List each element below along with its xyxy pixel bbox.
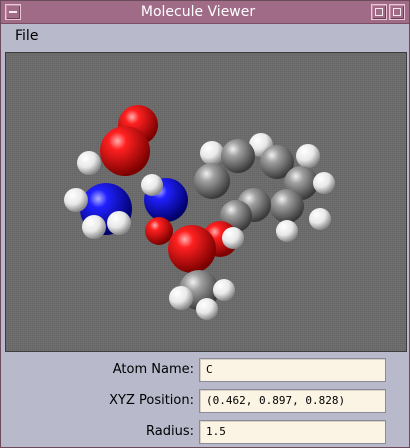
hydrogen-atom[interactable] <box>296 144 320 168</box>
hydrogen-atom[interactable] <box>107 211 131 235</box>
atom-name-row: Atom Name: C <box>1 357 409 383</box>
menu-bar: File <box>1 24 409 50</box>
hydrogen-atom[interactable] <box>196 298 218 320</box>
hydrogen-atom[interactable] <box>313 172 335 194</box>
hydrogen-atom[interactable] <box>141 174 163 196</box>
atom-name-field[interactable]: C <box>199 358 386 382</box>
carbon-atom[interactable] <box>194 163 230 199</box>
close-icon[interactable] <box>389 4 405 20</box>
oxygen-atom[interactable] <box>100 126 150 176</box>
title-bar[interactable]: Molecule Viewer <box>1 1 409 24</box>
xyz-position-label: XYZ Position: <box>109 393 194 408</box>
hydrogen-atom[interactable] <box>200 141 224 165</box>
atom-info-panel: Atom Name: C XYZ Position: (0.462, 0.897… <box>1 353 409 447</box>
radius-row: Radius: 1.5 <box>1 419 409 445</box>
radius-field[interactable]: 1.5 <box>199 420 386 444</box>
hydrogen-atom[interactable] <box>309 208 331 230</box>
hydrogen-atom[interactable] <box>64 188 88 212</box>
xyz-position-row: XYZ Position: (0.462, 0.897, 0.828) <box>1 388 409 414</box>
oxygen-atom[interactable] <box>145 217 173 245</box>
hydrogen-atom[interactable] <box>276 220 298 242</box>
maximize-icon[interactable] <box>371 4 387 20</box>
atom-name-label: Atom Name: <box>112 362 194 377</box>
window-menu-icon[interactable] <box>5 4 21 20</box>
carbon-atom[interactable] <box>270 189 304 223</box>
hydrogen-atom[interactable] <box>222 227 244 249</box>
molecule-viewport[interactable] <box>5 52 407 352</box>
hydrogen-atom[interactable] <box>169 286 193 310</box>
carbon-atom[interactable] <box>221 139 255 173</box>
hydrogen-atom[interactable] <box>77 151 101 175</box>
window-title: Molecule Viewer <box>140 4 256 20</box>
xyz-position-field[interactable]: (0.462, 0.897, 0.828) <box>199 389 386 413</box>
molecule-canvas[interactable] <box>6 53 406 351</box>
oxygen-atom[interactable] <box>168 225 216 273</box>
radius-label: Radius: <box>146 424 194 439</box>
hydrogen-atom[interactable] <box>82 215 106 239</box>
menu-file[interactable]: File <box>15 28 38 44</box>
molecule-viewer-window: Molecule Viewer File Atom Name: C XYZ Po… <box>0 0 410 448</box>
hydrogen-atom[interactable] <box>213 279 235 301</box>
